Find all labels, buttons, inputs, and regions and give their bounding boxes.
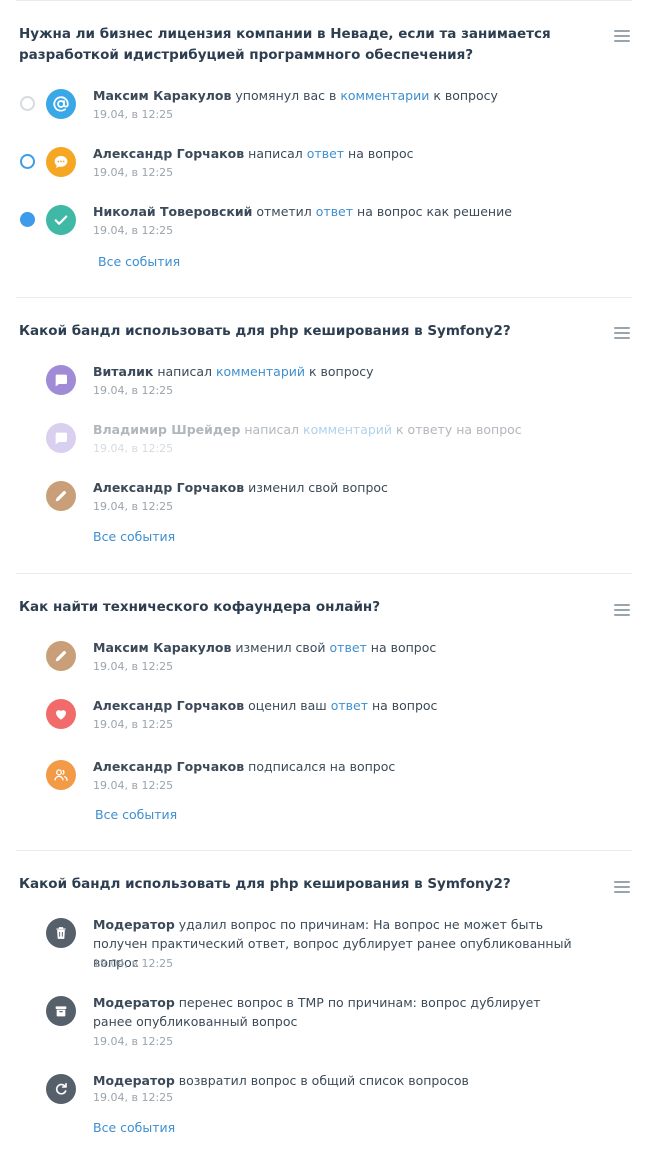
event-text: Владимир Шрейдер написал комментарий к о… xyxy=(93,422,522,437)
trash-icon xyxy=(46,918,76,948)
event-item: Александр Горчаков подписался на вопрос … xyxy=(16,757,616,797)
user-name[interactable]: Александр Горчаков xyxy=(93,698,244,713)
status-dot-active xyxy=(20,212,35,227)
question-title[interactable]: Какой бандл использовать для php кеширов… xyxy=(19,321,564,342)
all-events-link[interactable]: Все события xyxy=(95,807,177,823)
event-date: 19.04, в 12:25 xyxy=(93,1035,174,1048)
question-title[interactable]: Какой бандл использовать для php кеширов… xyxy=(19,874,564,895)
event-date: 19.04, в 12:25 xyxy=(93,779,174,792)
question-block: Какой бандл использовать для php кеширов… xyxy=(16,851,632,1154)
event-item: Николай Товеровский отметил ответ на воп… xyxy=(16,202,616,242)
event-date: 19.04, в 12:25 xyxy=(93,166,174,179)
event-date: 19.04, в 12:25 xyxy=(93,1091,174,1104)
event-text: Максим Каракулов изменил свой ответ на в… xyxy=(93,640,437,655)
user-name[interactable]: Модератор xyxy=(93,995,175,1010)
event-item: Максим Каракулов упомянул вас в коммента… xyxy=(16,86,616,126)
user-name[interactable]: Максим Каракулов xyxy=(93,88,231,103)
user-name[interactable]: Максим Каракулов xyxy=(93,640,231,655)
question-block: Какой бандл использовать для php кеширов… xyxy=(16,298,632,574)
all-events-link[interactable]: Все события xyxy=(98,254,180,270)
event-item: Максим Каракулов изменил свой ответ на в… xyxy=(16,638,616,678)
user-name[interactable]: Николай Товеровский xyxy=(93,204,252,219)
event-item: Владимир Шрейдер написал комментарий к о… xyxy=(16,420,616,460)
event-link[interactable]: комментарий xyxy=(216,364,305,379)
menu-icon[interactable] xyxy=(614,326,632,340)
event-date: 19.04, в 12:25 xyxy=(93,442,174,455)
comment-icon xyxy=(46,365,76,395)
comment-icon xyxy=(46,423,76,453)
event-link[interactable]: ответ xyxy=(331,698,368,713)
event-text: Модератор возвратил вопрос в общий списо… xyxy=(93,1073,469,1088)
event-item: Модератор перенес вопрос в TMP по причин… xyxy=(16,993,616,1053)
event-item: Модератор возвратил вопрос в общий списо… xyxy=(16,1071,616,1111)
at-icon xyxy=(46,89,76,119)
event-text: Виталик написал комментарий к вопросу xyxy=(93,364,374,379)
all-events-link[interactable]: Все события xyxy=(93,529,175,545)
user-name[interactable]: Модератор xyxy=(93,917,175,932)
event-text: Николай Товеровский отметил ответ на воп… xyxy=(93,204,512,219)
event-text: Александр Горчаков подписался на вопрос xyxy=(93,759,396,774)
subscribe-icon xyxy=(46,760,76,790)
event-link[interactable]: ответ xyxy=(307,146,344,161)
chat-bubble-icon xyxy=(46,147,76,177)
all-events-link[interactable]: Все события xyxy=(93,1120,175,1136)
event-date: 19.04, в 12:25 xyxy=(93,957,174,970)
archive-icon xyxy=(46,996,76,1026)
user-name[interactable]: Александр Горчаков xyxy=(93,146,244,161)
status-dot-read xyxy=(20,96,35,111)
event-link[interactable]: комментарий xyxy=(303,422,392,437)
menu-icon[interactable] xyxy=(614,880,632,894)
event-text: Александр Горчаков изменил свой вопрос xyxy=(93,480,388,495)
heart-icon xyxy=(46,699,76,729)
event-item: Модератор удалил вопрос по причинам: На … xyxy=(16,915,616,975)
event-date: 19.04, в 12:25 xyxy=(93,660,174,673)
event-item: Александр Горчаков написал ответ на вопр… xyxy=(16,144,616,184)
status-dot-new xyxy=(20,154,35,169)
event-item: Александр Горчаков изменил свой вопрос 1… xyxy=(16,478,616,518)
user-name[interactable]: Александр Горчаков xyxy=(93,480,244,495)
event-date: 19.04, в 12:25 xyxy=(93,224,174,237)
pencil-icon xyxy=(46,641,76,671)
event-text: Александр Горчаков написал ответ на вопр… xyxy=(93,146,414,161)
menu-icon[interactable] xyxy=(614,29,632,43)
user-name[interactable]: Владимир Шрейдер xyxy=(93,422,240,437)
question-title[interactable]: Как найти технического кофаундера онлайн… xyxy=(19,597,564,618)
event-text: Александр Горчаков оценил ваш ответ на в… xyxy=(93,698,438,713)
event-item: Александр Горчаков оценил ваш ответ на в… xyxy=(16,696,616,736)
event-date: 19.04, в 12:25 xyxy=(93,108,174,121)
event-date: 19.04, в 12:25 xyxy=(93,384,174,397)
event-text: Максим Каракулов упомянул вас в коммента… xyxy=(93,88,498,103)
check-icon xyxy=(46,205,76,235)
question-block: Как найти технического кофаундера онлайн… xyxy=(16,574,632,851)
event-date: 19.04, в 12:25 xyxy=(93,718,174,731)
pencil-icon xyxy=(46,481,76,511)
user-name[interactable]: Виталик xyxy=(93,364,153,379)
event-date: 19.04, в 12:25 xyxy=(93,500,174,513)
restore-icon xyxy=(46,1074,76,1104)
event-item: Виталик написал комментарий к вопросу 19… xyxy=(16,362,616,402)
question-title[interactable]: Нужна ли бизнес лицензия компании в Нева… xyxy=(19,24,564,66)
user-name[interactable]: Александр Горчаков xyxy=(93,759,244,774)
question-block: Нужна ли бизнес лицензия компании в Нева… xyxy=(16,0,632,298)
event-link[interactable]: ответ xyxy=(316,204,353,219)
user-name[interactable]: Модератор xyxy=(93,1073,175,1088)
event-link[interactable]: комментарии xyxy=(340,88,429,103)
event-link[interactable]: ответ xyxy=(330,640,367,655)
menu-icon[interactable] xyxy=(614,603,632,617)
event-text: Модератор перенес вопрос в TMP по причин… xyxy=(93,995,541,1029)
